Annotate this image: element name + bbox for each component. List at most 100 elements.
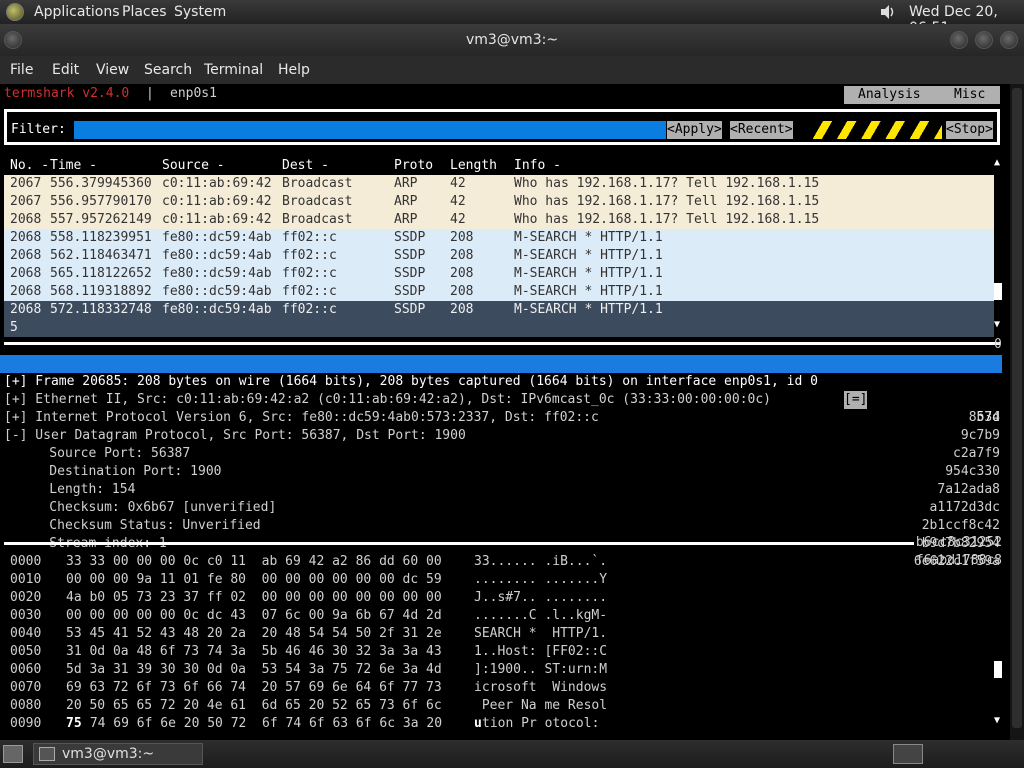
packet-info: Who has 192.168.1.17? Tell 192.168.1.15 [514,212,820,227]
filter-label: Filter: [11,122,66,137]
hex-ascii: 33...... .iB...`. [474,554,608,569]
packet-no: 2068 [10,248,42,263]
packet-length: 208 [450,230,474,245]
hex-bytes: 20 50 65 65 72 20 4e 61 6d 65 20 52 65 7… [66,698,442,713]
overflow-hash: f6abd1788c8 [915,553,1002,568]
places-menu[interactable]: Places [122,4,167,20]
distro-logo-icon[interactable] [6,3,24,21]
apply-button[interactable]: <Apply> [667,121,722,139]
volume-icon[interactable] [880,4,896,20]
terminal-icon [39,747,55,761]
packet-length: 208 [450,248,474,263]
system-menu[interactable]: System [174,4,226,20]
packet-no: 2068 [10,266,42,281]
hex-bytes: 00 00 00 00 00 0c dc 43 07 6c 00 9a 6b 6… [66,608,442,623]
menu-search[interactable]: Search [144,62,192,78]
hex-offset: 0070 [10,680,42,695]
col-length[interactable]: Length [450,157,497,175]
packet-time: 565.118122652 [50,266,152,281]
packet-time: 556.957790170 [50,194,152,209]
tree-item-src-port[interactable]: Source Port: 56387 954c330 [0,427,1002,479]
packet-proto: SSDP [394,284,426,299]
packet-row[interactable]: 2068 565.118122652 fe80::dc59:4ab ff02::c SS… [4,265,994,283]
capture-activity-indicator [808,121,942,139]
terminal-scrollbar-thumb[interactable] [1012,88,1022,728]
tab-analysis[interactable]: Analysis [858,86,921,104]
hex-offset: 0000 [10,554,42,569]
packet-source: c0:11:ab:69:42 [162,212,272,227]
packet-time: 558.118239951 [50,230,152,245]
packet-source: fe80::dc59:4ab [162,248,272,263]
hex-scroll-down-icon[interactable]: ▼ [994,715,1000,726]
menu-edit[interactable]: Edit [52,62,79,78]
maximize-icon[interactable] [975,31,993,49]
packet-row-selected[interactable]: 2068 572.118332748 fe80::dc59:4ab ff02::c SS… [4,301,994,337]
terminal-scrollbar[interactable] [1010,84,1024,740]
packet-info: M-SEARCH * HTTP/1.1 [514,284,663,299]
tree-item-dst-port[interactable]: Destination Port: 1900 7a12ada8 [0,445,1002,497]
hex-offset: 0020 [10,590,42,605]
packet-row[interactable]: 2068 568.119318892 fe80::dc59:4ab ff02::c SS… [4,283,994,301]
filter-input[interactable] [74,121,666,139]
taskbar-button-terminal[interactable]: vm3@vm3:~ [33,743,203,765]
packet-info: M-SEARCH * HTTP/1.1 [514,266,663,281]
packet-row[interactable]: 2068 562.118463471 fe80::dc59:4ab ff02::c SS… [4,247,994,265]
col-no[interactable]: No. - [10,157,49,175]
tree-item-ethernet[interactable]: [+] Ethernet II, Src: c0:11:ab:69:42:a2 … [0,373,1002,425]
recent-button[interactable]: <Recent> [730,121,793,139]
packet-info: Who has 192.168.1.17? Tell 192.168.1.15 [514,176,820,191]
app-name: termshark v2.4.0 [4,86,130,101]
tab-misc[interactable]: Misc [954,86,985,104]
hex-ascii: tion Pr otocol: [482,716,600,731]
minimize-icon[interactable] [950,31,968,49]
packet-row[interactable]: 2068 557.957262149 c0:11:ab:69:42 Broadcast… [4,211,994,229]
col-info[interactable]: Info - [514,157,561,175]
menu-file[interactable]: File [10,62,33,78]
packet-no: 2068 [10,212,42,227]
packet-no: 2067 [10,194,42,209]
stop-button[interactable]: <Stop> [946,121,993,139]
packet-time: 572.118332748 [50,302,152,317]
tree-item-frame[interactable]: [+] Frame 20685: 208 bytes on wire (1664… [0,355,1002,425]
hex-ascii: SEARCH * HTTP/1. [474,626,608,641]
show-desktop-icon[interactable] [3,745,23,763]
packet-source: c0:11:ab:69:42 [162,194,272,209]
packet-row[interactable]: 2067 556.379945360 c0:11:ab:69:42 Broadcast… [4,175,994,193]
tree-item-udp[interactable]: [-] User Datagram Protocol, Src Port: 56… [0,409,1002,461]
packet-length: 208 [450,266,474,281]
applications-menu[interactable]: Applications [34,4,120,20]
hex-bytes: 74 69 6f 6e 20 50 72 6f 74 6f 63 6f 6c 3… [82,716,443,731]
title-separator: | [146,86,154,101]
pane-divider[interactable] [4,342,1000,345]
packet-no: 2068 [10,230,42,245]
tree-item-length[interactable]: Length: 154 a1172d3dc [0,463,1002,515]
menu-terminal[interactable]: Terminal [204,62,263,78]
pane-divider[interactable] [4,542,914,545]
hex-ascii: 1..Host: [FF02::C [474,644,608,659]
list-scroll-up-icon[interactable]: ▲ [994,157,1000,168]
menu-help[interactable]: Help [278,62,310,78]
packet-length: 208 [450,284,474,299]
close-icon[interactable] [1000,31,1018,49]
tree-item-checksum[interactable]: Checksum: 0x6b67 [unverified] 2b1ccf8c42 [0,481,1002,533]
packet-row[interactable]: 2068 558.118239951 fe80::dc59:4ab ff02::c SS… [4,229,994,247]
list-scroll-down-icon[interactable]: ▼ [994,319,1000,330]
col-dest[interactable]: Dest - [282,157,329,175]
bottom-panel: vm3@vm3:~ [0,740,1024,768]
packet-info: Who has 192.168.1.17? Tell 192.168.1.15 [514,194,820,209]
packet-row[interactable]: 2067 556.957790170 c0:11:ab:69:42 Broadcast… [4,193,994,211]
col-time[interactable]: Time - [50,157,97,175]
list-scroll-thumb[interactable] [994,283,1002,300]
workspace-switcher[interactable] [893,744,923,764]
tree-item-checksum-status[interactable]: Checksum Status: Unverified b9d7b82954 [0,499,1002,551]
col-proto[interactable]: Proto [394,157,433,175]
hex-offset: 0040 [10,626,42,641]
hex-scroll-thumb[interactable] [994,661,1002,678]
window-titlebar[interactable]: vm3@vm3:~ [0,24,1024,56]
menu-view[interactable]: View [96,62,129,78]
terminal-view[interactable]: termshark v2.4.0 | enp0s1 Analysis Misc … [0,84,1010,740]
tree-item-ipv6[interactable]: [+] Internet Protocol Version 6, Src: fe… [0,391,1002,443]
tree-item-stream-index[interactable]: Stream index: 1 6e622c1f59a [0,517,1002,569]
col-source[interactable]: Source - [162,157,225,175]
tab-bar: Analysis Misc [844,86,1000,104]
